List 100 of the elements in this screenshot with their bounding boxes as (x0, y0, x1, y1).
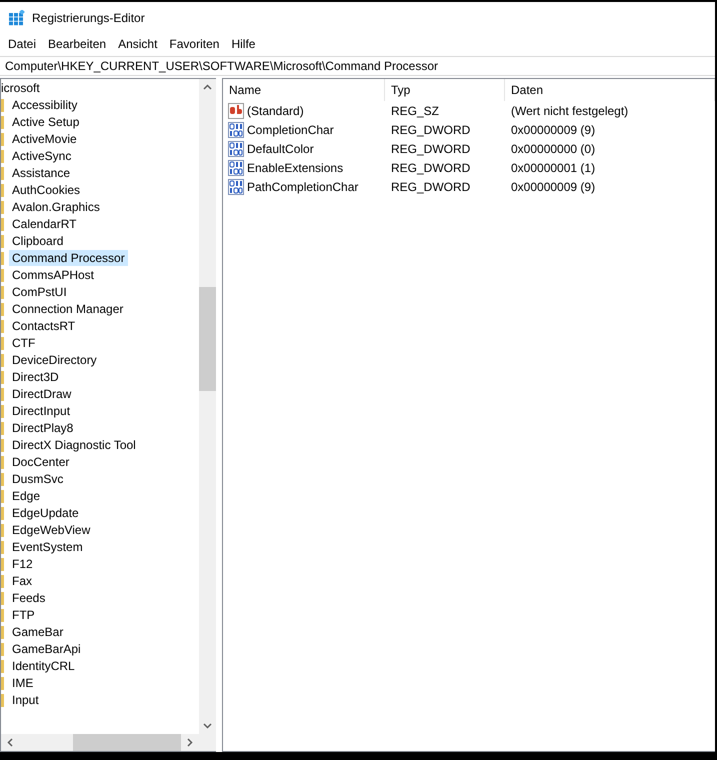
tree-item[interactable]: GameBarApi (9, 640, 84, 656)
folder-icon (1, 370, 4, 384)
folder-icon (1, 472, 4, 486)
tree-item[interactable]: CTF (9, 334, 38, 350)
folder-icon (1, 386, 4, 400)
folder-icon (1, 608, 4, 622)
folder-icon (1, 506, 4, 520)
column-header[interactable]: Daten (505, 79, 715, 101)
folder-icon (1, 624, 4, 638)
folder-icon (1, 574, 4, 588)
menu-item[interactable]: Ansicht (112, 37, 164, 51)
folder-icon (1, 522, 4, 536)
address-bar[interactable]: Computer\HKEY_CURRENT_USER\SOFTWARE\Microsoft\Command Processor (0, 56, 715, 76)
scroll-left-icon[interactable] (7, 738, 13, 747)
folder-icon (1, 676, 4, 690)
tree-item[interactable]: Direct3D (9, 368, 62, 384)
horizontal-scrollbar[interactable] (1, 734, 199, 751)
scroll-thumb[interactable] (73, 734, 181, 751)
tree-item[interactable]: IME (9, 674, 36, 690)
tree-item[interactable]: AuthCookies (9, 182, 84, 198)
menu-item[interactable]: Favoriten (163, 37, 226, 51)
tree-item[interactable]: Edge (9, 488, 44, 504)
value-data: 0x00000009 (9) (510, 180, 596, 194)
folder-icon (1, 166, 4, 180)
value-data: 0x00000009 (9) (510, 122, 596, 136)
value-name[interactable]: PathCompletionChar (246, 180, 358, 194)
tree-item[interactable]: DocCenter (9, 454, 72, 470)
folder-icon (1, 438, 4, 452)
value-name[interactable]: EnableExtensions (246, 160, 344, 174)
tree-item[interactable]: DirectPlay8 (9, 420, 76, 436)
folder-icon (1, 658, 4, 672)
scroll-down-icon[interactable] (203, 723, 212, 729)
tree-item[interactable]: ActiveSync (9, 148, 74, 164)
value-type: REG_DWORD (390, 122, 472, 136)
string-value-icon (228, 102, 244, 118)
tree-item[interactable]: IdentityCRL (9, 658, 78, 674)
menu-item[interactable]: Bearbeiten (42, 37, 112, 51)
folder-icon (1, 302, 4, 316)
tree-item[interactable]: Input (9, 692, 42, 708)
scroll-thumb[interactable] (199, 287, 216, 391)
tree-item[interactable]: EventSystem (9, 538, 86, 554)
tree-item[interactable]: Connection Manager (9, 300, 126, 316)
window-title: Registrierungs-Editor (32, 11, 145, 25)
value-data: 0x00000001 (1) (510, 160, 596, 174)
value-name[interactable]: (Standard) (246, 104, 304, 118)
binary-value-icon (228, 122, 244, 138)
folder-icon (1, 148, 4, 162)
tree-item[interactable]: ContactsRT (9, 318, 78, 334)
tree-item[interactable]: Assistance (9, 164, 74, 180)
tree-item[interactable]: F12 (9, 556, 36, 572)
tree-item[interactable]: Clipboard (9, 232, 66, 248)
tree-item[interactable]: FTP (9, 606, 38, 622)
folder-icon (1, 336, 4, 350)
tree-item[interactable]: DirectX Diagnostic Tool (9, 436, 139, 452)
tree-item[interactable]: Active Setup (9, 114, 82, 130)
tree-item[interactable]: DirectDraw (9, 386, 74, 402)
tree-item[interactable]: DirectInput (9, 402, 74, 418)
tree-item[interactable]: CommsAPHost (9, 266, 98, 282)
column-header[interactable]: Typ (385, 79, 505, 101)
value-type: REG_DWORD (390, 142, 472, 156)
folder-icon (1, 420, 4, 434)
folder-icon (1, 234, 4, 248)
scroll-up-icon[interactable] (203, 84, 212, 90)
tree-item[interactable]: Command Processor (9, 250, 128, 266)
menu-item[interactable]: Datei (2, 37, 42, 51)
menu-item[interactable]: Hilfe (225, 37, 262, 51)
tree-item[interactable]: icrosoft (1, 80, 40, 94)
tree-item[interactable]: Fax (9, 572, 36, 588)
folder-icon (1, 98, 4, 112)
tree-item[interactable]: ComPstUI (9, 284, 70, 300)
tree-item[interactable]: EdgeUpdate (9, 504, 82, 520)
tree-item[interactable]: DusmSvc (9, 470, 66, 486)
folder-icon (1, 488, 4, 502)
tree-item[interactable]: Avalon.Graphics (9, 198, 103, 214)
scroll-right-icon[interactable] (187, 738, 193, 747)
tree-item[interactable]: CalendarRT (9, 216, 80, 232)
binary-value-icon (228, 178, 244, 194)
tree-item[interactable]: EdgeWebView (9, 522, 94, 538)
folder-icon (1, 352, 4, 366)
tree-item[interactable]: Accessibility (9, 96, 80, 112)
folder-icon (1, 182, 4, 196)
folder-icon (1, 590, 4, 604)
column-header[interactable]: Name (223, 79, 385, 101)
tree-item[interactable]: Feeds (9, 590, 48, 606)
value-name[interactable]: CompletionChar (246, 122, 334, 136)
binary-value-icon (228, 140, 244, 156)
value-data: 0x00000000 (0) (510, 142, 596, 156)
folder-icon (1, 540, 4, 554)
tree-item[interactable]: DeviceDirectory (9, 352, 100, 368)
value-name[interactable]: DefaultColor (246, 142, 314, 156)
value-data: (Wert nicht festgelegt) (510, 104, 630, 118)
tree-item[interactable]: ActiveMovie (9, 130, 80, 146)
folder-icon (1, 216, 4, 230)
value-type: REG_DWORD (390, 180, 472, 194)
folder-icon (1, 268, 4, 282)
folder-icon (1, 692, 4, 706)
folder-icon (1, 404, 4, 418)
tree-item[interactable]: GameBar (9, 624, 66, 640)
folder-icon (1, 284, 4, 298)
folder-icon (1, 114, 4, 128)
